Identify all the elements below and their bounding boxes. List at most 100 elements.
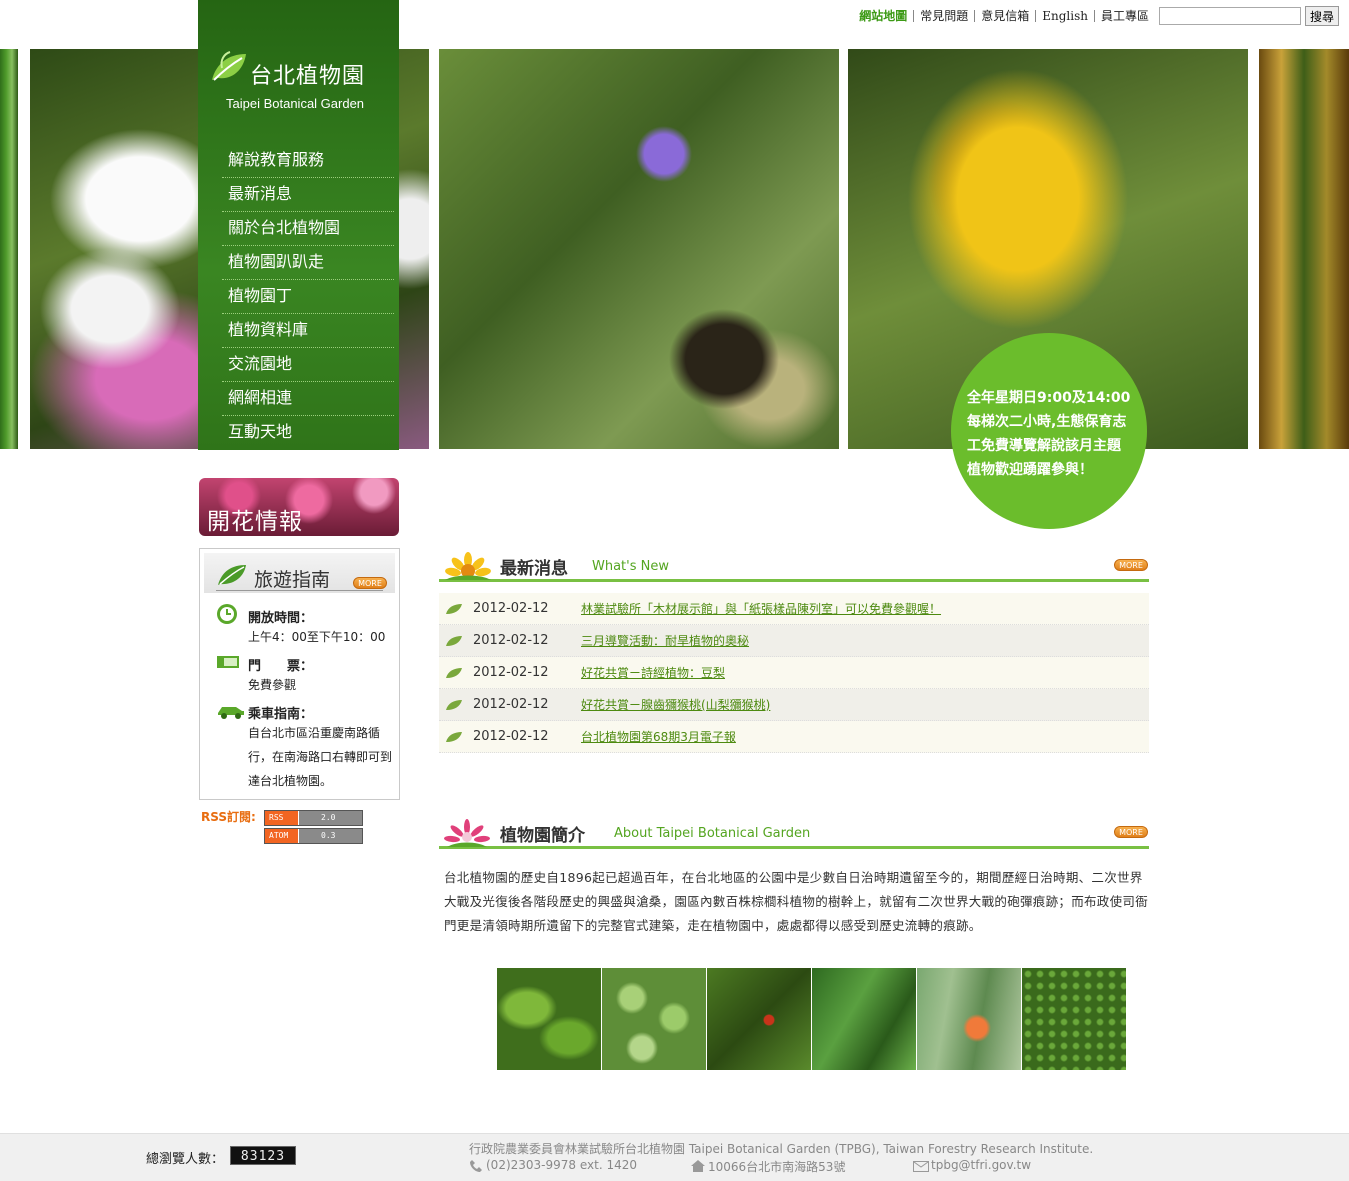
plant-thumbnail[interactable] xyxy=(602,968,706,1070)
menu-item-news[interactable]: 最新消息 xyxy=(222,178,394,212)
travel-guide-title: 旅遊指南 xyxy=(254,569,331,591)
plant-thumbnail[interactable] xyxy=(1022,968,1126,1070)
travel-guide-box: 旅遊指南 MORE 開放時間： 上午4：00至下午10：00 門 票： 免費參觀… xyxy=(199,548,400,800)
menu-item-forum[interactable]: 交流園地 xyxy=(222,348,394,382)
news-date: 2012-02-12 xyxy=(473,633,549,648)
news-more-button[interactable]: MORE xyxy=(1114,559,1148,571)
footer-email[interactable]: tpbg@tfri.gov.tw xyxy=(931,1158,1031,1172)
faq-link[interactable]: 常見問題 xyxy=(914,10,976,22)
news-link[interactable]: 林業試驗所「木材展示館」與「紙張樣品陳列室」可以免費參觀喔！ xyxy=(581,600,941,617)
news-item: 2012-02-12 台北植物園第68期3月電子報 xyxy=(439,721,1149,753)
rss-badge-type: RSS xyxy=(265,811,299,825)
hours-value: 上午4：00至下午10：00 xyxy=(248,630,386,644)
logo-text-zh: 台北植物園 xyxy=(250,64,366,89)
hero-photo-stems xyxy=(1259,49,1349,449)
feedback-link[interactable]: 意見信箱 xyxy=(975,10,1037,22)
news-link[interactable]: 好花共賞ㄧ腺齒獼猴桃(山梨獼猴桃) xyxy=(581,696,770,713)
news-title-en: What's New xyxy=(592,559,669,574)
notice-line: 工免費導覽解說該月主題 xyxy=(967,438,1121,454)
about-section-header: 植物園簡介 About Taipei Botanical Garden MORE xyxy=(439,817,1149,849)
news-item: 2012-02-12 好花共賞ㄧ詩經植物：豆梨 xyxy=(439,657,1149,689)
leaf-bullet-icon xyxy=(446,667,462,678)
plant-thumbnail[interactable] xyxy=(812,968,916,1070)
mail-icon xyxy=(913,1161,929,1172)
footer: 總瀏覽人數： 83123 行政院農業委員會林業試驗所台北植物園 Taipei B… xyxy=(0,1133,1349,1181)
footer-organization: 行政院農業委員會林業試驗所台北植物園 Taipei Botanical Gard… xyxy=(469,1142,1094,1156)
footer-address: 10066台北市南海路53號 xyxy=(708,1160,846,1174)
plant-thumbnail[interactable] xyxy=(707,968,811,1070)
news-date: 2012-02-12 xyxy=(473,697,549,712)
transport-value: 自台北市區沿重慶南路循行，在南海路口右轉即可到達台北植物園。 xyxy=(248,726,393,788)
rss-label: RSS訂閱: xyxy=(201,810,256,824)
ticket-icon xyxy=(217,656,239,668)
clock-icon xyxy=(217,604,237,624)
bloom-info-banner[interactable]: 開花情報 xyxy=(199,478,399,536)
pink-flower-icon xyxy=(444,819,490,847)
top-utility-bar: 網站地圖 常見問題 意見信箱 English 員工專區 搜尋 xyxy=(853,6,1339,26)
hours-label: 開放時間： xyxy=(248,611,314,626)
plant-thumbnail[interactable] xyxy=(497,968,601,1070)
sitemap-link[interactable]: 網站地圖 xyxy=(853,10,915,22)
about-title-zh: 植物園簡介 xyxy=(500,826,585,846)
divider xyxy=(216,590,383,591)
search-button[interactable]: 搜尋 xyxy=(1304,6,1339,26)
ticket-label: 門 票： xyxy=(248,659,314,674)
plant-thumbnail[interactable] xyxy=(917,968,1021,1070)
bloom-info-title: 開花情報 xyxy=(207,509,303,535)
atom-badge-version: 0.3 xyxy=(299,829,362,843)
news-title-zh: 最新消息 xyxy=(500,559,568,579)
news-link[interactable]: 台北植物園第68期3月電子報 xyxy=(581,728,736,745)
news-date: 2012-02-12 xyxy=(473,665,549,680)
atom-badge-type: ATOM xyxy=(265,829,299,843)
menu-item-interactive[interactable]: 互動天地 xyxy=(222,416,394,450)
travel-guide-more-button[interactable]: MORE xyxy=(353,577,387,589)
leaf-bullet-icon xyxy=(446,699,462,710)
news-item: 2012-02-12 三月導覽活動：耐旱植物的奧秘 xyxy=(439,625,1149,657)
about-intro-text: 台北植物園的歷史自1896起已超過百年，在台北地區的公園中是少數自日治時期遺留至… xyxy=(444,870,1149,933)
news-item: 2012-02-12 好花共賞ㄧ腺齒獼猴桃(山梨獼猴桃) xyxy=(439,689,1149,721)
car-icon xyxy=(218,707,244,719)
ticket-value: 免費參觀 xyxy=(248,678,297,692)
leaf-icon xyxy=(218,565,246,585)
atom-feed-button[interactable]: ATOM 0.3 xyxy=(264,828,363,844)
travel-guide-header: 旅遊指南 MORE xyxy=(204,553,395,593)
menu-item-links[interactable]: 網網相連 xyxy=(222,382,394,416)
notice-line: 全年星期日9:00及14:00 xyxy=(967,390,1131,406)
menu-item-gardener[interactable]: 植物園丁 xyxy=(222,280,394,314)
home-icon xyxy=(691,1160,705,1172)
menu-item-about[interactable]: 關於台北植物園 xyxy=(222,212,394,246)
notice-line: 每梯次二小時,生態保育志 xyxy=(967,414,1127,430)
notice-line: 植物歡迎踴躍參與！ xyxy=(967,462,1093,478)
news-section-header: 最新消息 What's New MORE xyxy=(439,550,1149,582)
hero-photo-fern xyxy=(0,49,18,449)
phone-icon xyxy=(470,1160,482,1172)
news-date: 2012-02-12 xyxy=(473,729,549,744)
news-date: 2012-02-12 xyxy=(473,601,549,616)
leaf-logo-icon xyxy=(212,51,246,81)
footer-phone: (02)2303-9978 ext. 1420 xyxy=(486,1158,638,1172)
main-nav-panel: 台北植物園 Taipei Botanical Garden 解說教育服務 最新消… xyxy=(198,0,399,450)
leaf-bullet-icon xyxy=(446,731,462,742)
hero-photo-bee-flower xyxy=(439,49,839,449)
leaf-bullet-icon xyxy=(446,635,462,646)
english-link[interactable]: English xyxy=(1036,10,1095,22)
search-input[interactable] xyxy=(1158,7,1301,25)
transport-label: 乘車指南： xyxy=(248,707,314,722)
about-more-button[interactable]: MORE xyxy=(1114,826,1148,838)
menu-item-database[interactable]: 植物資料庫 xyxy=(222,314,394,348)
plant-thumbnail-strip xyxy=(497,968,1127,1070)
rss-feed-button[interactable]: RSS 2.0 xyxy=(264,810,363,826)
news-item: 2012-02-12 林業試驗所「木材展示館」與「紙張樣品陳列室」可以免費參觀喔… xyxy=(439,593,1149,625)
news-link[interactable]: 好花共賞ㄧ詩經植物：豆梨 xyxy=(581,664,725,681)
menu-item-education[interactable]: 解說教育服務 xyxy=(222,144,394,178)
rss-badge-version: 2.0 xyxy=(299,811,362,825)
logo-text-en: Taipei Botanical Garden xyxy=(226,96,365,111)
leaf-bullet-icon xyxy=(446,603,462,614)
visitor-counter-label: 總瀏覽人數： xyxy=(146,1152,225,1167)
guided-tour-notice: 全年星期日9:00及14:00 每梯次二小時,生態保育志 工免費導覽解說該月主題… xyxy=(951,333,1147,529)
about-title-en: About Taipei Botanical Garden xyxy=(614,826,811,841)
menu-item-tour[interactable]: 植物園趴趴走 xyxy=(222,246,394,280)
staff-link[interactable]: 員工專區 xyxy=(1095,10,1155,22)
news-link[interactable]: 三月導覽活動：耐旱植物的奧秘 xyxy=(581,632,749,649)
news-list: 2012-02-12 林業試驗所「木材展示館」與「紙張樣品陳列室」可以免費參觀喔… xyxy=(439,593,1149,753)
